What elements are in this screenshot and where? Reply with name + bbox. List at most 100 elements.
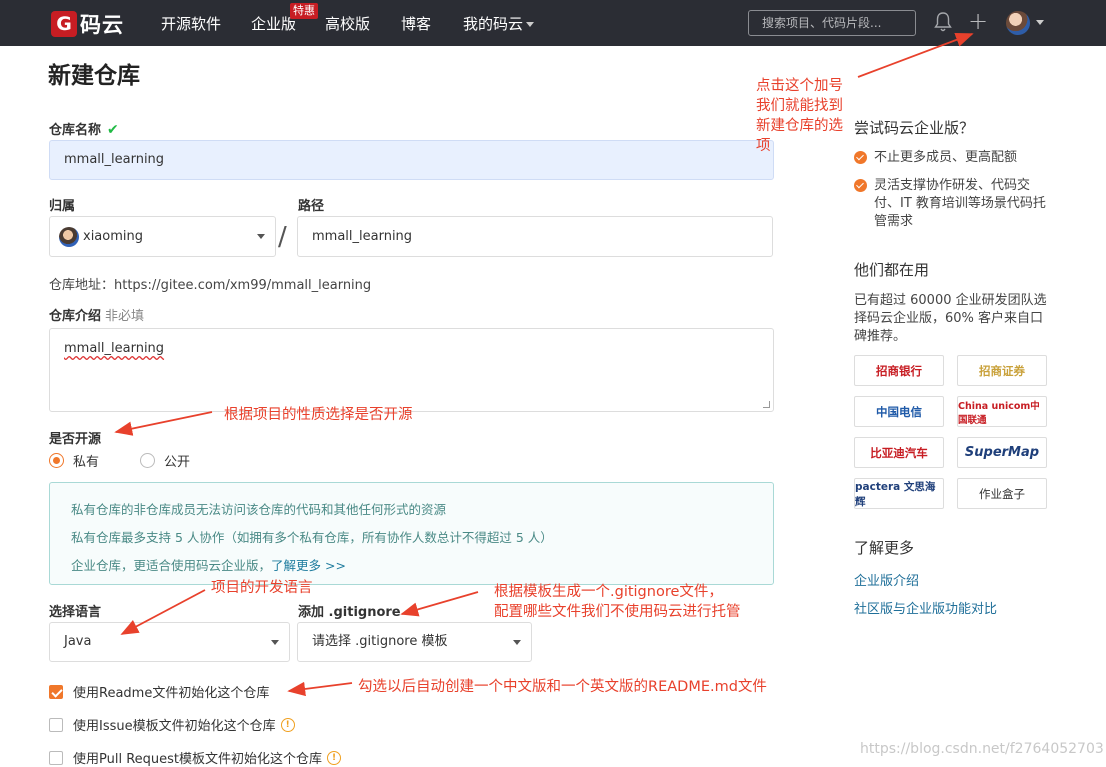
partner-logo: 中国电信	[854, 396, 944, 427]
learn-more-link[interactable]: 了解更多 >>	[271, 558, 346, 573]
pr-checkbox-label: 使用Pull Request模板文件初始化这个仓库	[73, 752, 323, 767]
gitignore-chevron-down-icon	[513, 640, 521, 645]
nav-blog[interactable]: 博客	[401, 13, 431, 34]
check-icon: ✔	[107, 122, 119, 138]
pr-template-checkbox[interactable]: 使用Pull Request模板文件初始化这个仓库!	[49, 748, 342, 767]
feature-item: 不止更多成员、更高配额	[854, 149, 1049, 167]
annotation-line: 配置哪些文件我们不使用码云进行托管	[494, 604, 741, 620]
annotation-plus-note: 点击这个加号 我们就能找到 新建仓库的选 项	[756, 76, 843, 156]
check-circle-icon	[854, 179, 867, 192]
language-value: Java	[64, 634, 92, 649]
radio-private-dot[interactable]	[49, 453, 64, 468]
description-text: mmall_learning	[64, 341, 165, 356]
radio-private[interactable]: 私有	[49, 451, 99, 470]
owner-value: xiaoming	[83, 229, 143, 244]
path-input[interactable]: mmall_learning	[297, 216, 773, 257]
partner-logo: 招商银行	[854, 355, 944, 386]
feature-item: 灵活支撑协作研发、代码交付、IT 教育培训等场景代码托管需求	[854, 177, 1049, 231]
gitignore-select[interactable]: 请选择 .gitignore 模板	[297, 622, 532, 662]
annotation-line: 新建仓库的选	[756, 118, 843, 134]
user-avatar[interactable]	[1006, 11, 1030, 35]
try-enterprise-title: 尝试码云企业版？	[854, 119, 975, 137]
nav-my-gitee[interactable]: 我的码云	[463, 13, 535, 34]
annotation-line: 点击这个加号	[756, 78, 843, 94]
annotation-gitignore-note: 根据模板生成一个.gitignore文件， 配置哪些文件我们不使用码云进行托管	[494, 582, 741, 622]
partner-logo: 作业盒子	[957, 478, 1047, 509]
pr-checkbox-box[interactable]	[49, 750, 63, 765]
nav-my-gitee-label: 我的码云	[463, 15, 524, 33]
readme-checkbox-box[interactable]	[49, 684, 63, 699]
logo-icon: G	[51, 11, 77, 37]
info-icon[interactable]: !	[280, 717, 295, 732]
info-line-2: 私有仓库最多支持 5 人协作（如拥有多个私有仓库，所有协作人数总计不得超过 5 …	[71, 530, 553, 545]
radio-public-label: 公开	[164, 455, 191, 470]
partner-logo: China unicom中国联通	[957, 396, 1047, 427]
issue-checkbox-label: 使用Issue模板文件初始化这个仓库	[73, 719, 276, 734]
repo-address: 仓库地址：https://gitee.com/xm99/mmall_learni…	[49, 278, 372, 293]
repo-name-input[interactable]: mmall_learning	[49, 140, 774, 180]
partner-logo: SuperMap	[957, 437, 1047, 468]
annotation-line: 项	[756, 138, 771, 154]
radio-private-label: 私有	[73, 455, 100, 470]
open-source-label: 是否开源	[49, 432, 102, 447]
readme-checkbox-label: 使用Readme文件初始化这个仓库	[73, 686, 270, 701]
info-icon[interactable]: !	[327, 750, 342, 765]
annotation-readme-note: 勾选以后自动创建一个中文版和一个英文版的README.md文件	[358, 679, 767, 695]
avatar-chevron-down-icon[interactable]	[1036, 20, 1044, 25]
nav-university[interactable]: 高校版	[325, 13, 370, 34]
feature-text: 不止更多成员、更高配额	[874, 150, 1018, 165]
radio-public-dot[interactable]	[140, 453, 155, 468]
info-line-3: 企业仓库，更适合使用码云企业版，了解更多 >>	[71, 552, 752, 580]
enterprise-intro-link[interactable]: 企业版介绍	[854, 570, 919, 589]
description-textarea[interactable]: mmall_learning	[49, 328, 774, 412]
annotation-line: 根据模板生成一个.gitignore文件，	[494, 584, 723, 600]
using-text: 已有超过 60000 企业研发团队选择码云企业版，60% 客户来自口碑推荐。	[854, 293, 1047, 344]
partner-logo: 招商证券	[957, 355, 1047, 386]
owner-select[interactable]: xiaoming	[49, 216, 276, 257]
watermark: https://blog.csdn.net/f2764052703	[860, 741, 1104, 757]
check-circle-icon	[854, 151, 867, 164]
annotation-open-note: 根据项目的性质选择是否开源	[224, 407, 413, 423]
partner-logo: pactera 文思海辉	[854, 478, 944, 509]
gitignore-value: 请选择 .gitignore 模板	[312, 634, 448, 649]
arrow-to-open-source	[114, 411, 213, 436]
top-navbar: G 码云 开源软件 企业版 特惠 高校版 博客 我的码云 搜索项目、代码片段..…	[0, 0, 1106, 46]
path-label: 路径	[298, 199, 325, 214]
language-label: 选择语言	[49, 605, 102, 620]
info-line-3-text: 企业仓库，更适合使用码云企业版，	[71, 558, 272, 573]
plus-icon[interactable]: +	[968, 9, 988, 33]
annotation-line: 我们就能找到	[756, 98, 843, 114]
learn-more-title: 了解更多	[854, 539, 915, 557]
optional-tag: 非必填	[105, 309, 145, 324]
issue-template-checkbox[interactable]: 使用Issue模板文件初始化这个仓库!	[49, 715, 295, 734]
description-label: 仓库介绍 非必填	[49, 305, 144, 324]
promo-badge: 特惠	[290, 3, 318, 19]
readme-checkbox[interactable]: 使用Readme文件初始化这个仓库	[49, 682, 269, 701]
logo-text: 码云	[80, 13, 124, 37]
repo-name-label: 仓库名称 ✔	[49, 119, 119, 138]
issue-checkbox-box[interactable]	[49, 717, 63, 732]
gitignore-label: 添加 .gitignore	[298, 605, 401, 620]
nav-open-source[interactable]: 开源软件	[161, 13, 221, 34]
annotation-lang-note: 项目的开发语言	[211, 580, 313, 596]
gitee-logo[interactable]: G 码云	[51, 9, 124, 39]
search-input[interactable]: 搜索项目、代码片段...	[748, 10, 916, 36]
resize-handle-icon[interactable]	[763, 401, 770, 408]
radio-public[interactable]: 公开	[140, 451, 190, 470]
info-line-1: 私有仓库的非仓库成员无法访问该仓库的代码和其他任何形式的资源	[71, 502, 447, 517]
bell-icon[interactable]	[934, 11, 952, 37]
language-select[interactable]: Java	[49, 622, 290, 662]
chevron-down-icon	[526, 22, 535, 27]
feature-text: 灵活支撑协作研发、代码交付、IT 教育培训等场景代码托管需求	[874, 178, 1046, 229]
partner-logo: 比亚迪汽车	[854, 437, 944, 468]
arrow-to-gitignore	[400, 591, 479, 617]
private-info-box: 私有仓库的非仓库成员无法访问该仓库的代码和其他任何形式的资源 私有仓库最多支持 …	[49, 482, 774, 585]
repo-name-label-text: 仓库名称	[49, 123, 102, 138]
owner-label: 归属	[49, 199, 76, 214]
compare-link[interactable]: 社区版与企业版功能对比	[854, 598, 997, 617]
using-title: 他们都在用	[854, 261, 930, 279]
path-separator: /	[278, 222, 287, 252]
owner-avatar	[59, 226, 79, 247]
description-label-text: 仓库介绍	[49, 309, 102, 324]
arrow-to-readme	[287, 681, 353, 697]
